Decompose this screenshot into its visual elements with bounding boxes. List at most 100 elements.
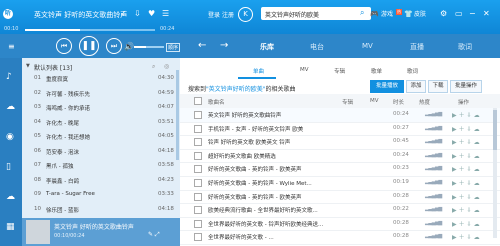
row-title[interactable]: 好听的英文歌曲 - 英的铃声 - 欧美英声 xyxy=(208,193,301,201)
row-checkbox[interactable] xyxy=(194,206,202,215)
cloud-download-icon[interactable]: ☁ xyxy=(6,192,15,202)
minimize-icon[interactable]: − xyxy=(469,9,476,19)
music-note-icon[interactable]: ♪ xyxy=(6,72,12,82)
app-logo[interactable]: 听 xyxy=(3,9,13,19)
row-actions[interactable]: ▶＋⇩☁ xyxy=(452,192,482,201)
nav-mv[interactable]: MV xyxy=(362,42,373,50)
playlist-row[interactable]: 06 范安泰 - 泡沫 04:18 xyxy=(22,145,180,157)
progress-bar[interactable] xyxy=(25,29,155,31)
playlist-row[interactable]: 02 许可馨 - 残疾乐先 04:59 xyxy=(22,87,180,99)
apps-icon[interactable]: ▦ xyxy=(6,222,15,232)
back-icon[interactable]: ← xyxy=(198,41,206,51)
playlist-row[interactable]: 08 李晨鑫 - 白鸽 04:23 xyxy=(22,174,180,186)
previous-button[interactable]: ⏮ xyxy=(56,38,72,54)
result-row[interactable]: 好听的英文歌曲 - 英的铃声 - 欧美英声 00:23 ▂▃▄▅▆ ▶＋⇩☁ xyxy=(180,162,500,177)
col-popularity[interactable]: 热度 xyxy=(419,98,430,106)
row-title[interactable]: 手机铃声 - 女声 - 好听的英文铃声 欧美 xyxy=(208,125,303,133)
play-mode[interactable]: 顺序 xyxy=(166,43,181,52)
row-checkbox[interactable] xyxy=(194,192,202,201)
row-checkbox[interactable] xyxy=(194,165,202,174)
heart-icon[interactable]: ♥ xyxy=(148,9,155,19)
game-link[interactable]: 游戏 xyxy=(381,9,393,18)
row-actions[interactable]: ▶＋⇩☁ xyxy=(452,151,482,160)
menu-icon[interactable]: ☰ xyxy=(162,9,169,19)
login-link[interactable]: 登录 xyxy=(208,10,220,19)
tab-lyrics[interactable]: 歌词 xyxy=(407,67,418,75)
playlist-row[interactable]: 07 黑爪 - 孤独 03:58 xyxy=(22,159,180,171)
result-row[interactable]: 全世界最好听的英文歌 - ... 00:28 ▂▃▄▅▆ ▶＋⇩☁ xyxy=(180,230,500,245)
result-row[interactable]: 铃声 好听的英文歌 欧美英文 铃声 00:45 ▂▃▄▅▆ ▶＋⇩☁ xyxy=(180,135,500,150)
collapse-icon[interactable]: ▼ xyxy=(26,63,30,69)
col-mv[interactable]: MV xyxy=(370,98,379,104)
row-checkbox[interactable] xyxy=(194,124,202,133)
download-button[interactable]: 下载 xyxy=(428,80,448,93)
search-input[interactable]: 英文铃声好听的欧美 xyxy=(265,10,319,19)
settings-icon[interactable]: ⚙ xyxy=(440,9,447,19)
like-icon[interactable]: ✓ xyxy=(120,9,127,19)
col-duration[interactable]: 时长 xyxy=(393,98,404,106)
playlist-locate-icon[interactable]: ◎ xyxy=(164,63,169,70)
playlist-row[interactable]: 05 许化杰 - 我还想她 04:05 xyxy=(22,130,180,142)
radio-wave-icon[interactable]: ◉ xyxy=(6,132,14,142)
tab-songs[interactable]: 单曲 xyxy=(253,67,264,75)
results-scrollbar-thumb[interactable] xyxy=(493,110,497,150)
gamepad-icon[interactable]: 🎮 xyxy=(370,9,379,19)
search-box[interactable]: 英文铃声好听的欧美 ⌕ xyxy=(261,7,371,20)
playlist-row[interactable]: 09 T-ara - Sugar Free 03:33 xyxy=(22,188,180,200)
row-actions[interactable]: ▶＋⇩☁ xyxy=(452,124,482,133)
row-title[interactable]: 超好听的英文歌曲 欧美精选 xyxy=(208,152,276,160)
row-checkbox[interactable] xyxy=(194,219,202,228)
row-actions[interactable]: ▶＋⇩☁ xyxy=(452,164,482,173)
volume-slider[interactable] xyxy=(134,46,164,48)
row-actions[interactable]: ▶＋⇩☁ xyxy=(452,110,482,119)
skin-link[interactable]: 皮肤 xyxy=(414,9,426,18)
tab-mv[interactable]: MV xyxy=(300,67,309,73)
row-actions[interactable]: ▶＋⇩☁ xyxy=(452,178,482,187)
row-actions[interactable]: ▶＋⇩☁ xyxy=(452,137,482,146)
row-actions[interactable]: ▶＋⇩☁ xyxy=(452,205,482,214)
nav-lyrics[interactable]: 歌词 xyxy=(458,42,472,52)
pause-button[interactable]: ❚❚ xyxy=(79,36,99,56)
playlist-row[interactable]: 01 重度寂寞 04:30 xyxy=(22,72,180,84)
download-icon[interactable]: ⇩ xyxy=(134,9,141,19)
row-checkbox[interactable] xyxy=(194,151,202,160)
playlist-search-icon[interactable]: ⌕ xyxy=(152,63,155,71)
nav-library[interactable]: 乐库 xyxy=(260,42,274,52)
card-actions[interactable]: ✎ ⤢ xyxy=(148,231,160,239)
close-icon[interactable]: ✕ xyxy=(483,9,490,19)
k-logo-icon[interactable]: K xyxy=(238,7,253,22)
result-row[interactable]: 英文铃声 好听的英文歌曲铃声 00:24 ▂▃▄▅▆ ▶＋⇩☁ xyxy=(180,108,500,123)
result-row[interactable]: 全世界最好听的英文歌 - 铃声好听欧美经典送... 00:28 ▂▃▄▅▆ ▶＋⇩☁ xyxy=(180,217,500,232)
row-actions[interactable]: ▶＋⇩☁ xyxy=(452,232,482,241)
next-button[interactable]: ⏭ xyxy=(106,38,122,54)
row-checkbox[interactable] xyxy=(194,233,202,242)
album-art[interactable] xyxy=(26,220,50,244)
row-checkbox[interactable] xyxy=(194,138,202,147)
forward-icon[interactable]: → xyxy=(220,41,228,51)
result-row[interactable]: 好听的英文歌曲 - 英的铃声 - Wylie Met... 00:19 ▂▃▄▅▆ ▶… xyxy=(180,176,500,191)
row-title[interactable]: 好听的英文歌曲 - 英的铃声 - 欧美英声 xyxy=(208,165,301,173)
nav-live[interactable]: 直播 xyxy=(410,42,424,52)
phone-icon[interactable]: ▯ xyxy=(6,162,11,172)
volume-icon[interactable]: 🔊 xyxy=(124,42,134,52)
playlist-row[interactable]: 04 许化杰 - 晚尾 03:51 xyxy=(22,116,180,128)
batch-play-button[interactable]: 批量播放 xyxy=(370,80,404,93)
playlist-header[interactable]: 默认列表 [13] xyxy=(34,63,72,72)
result-row[interactable]: 超好听的英文歌曲 欧美精选 00:24 ▂▃▄▅▆ ▶＋⇩☁ xyxy=(180,149,500,164)
tab-playlist[interactable]: 歌单 xyxy=(371,67,382,75)
row-actions[interactable]: ▶＋⇩☁ xyxy=(452,219,482,228)
playlist-row[interactable]: 10 徐乐团 - 蓝影 04:18 xyxy=(22,203,180,215)
result-row[interactable]: 好听的英文歌曲 - 英的铃声 - 欧美英声 00:28 ▂▃▄▅▆ ▶＋⇩☁ xyxy=(180,190,500,205)
result-row[interactable]: 手机铃声 - 女声 - 好听的英文铃声 欧美 00:27 ▂▃▄▅▆ ▶＋⇩☁ xyxy=(180,122,500,137)
playlist-row[interactable]: 03 海鸣威 - 你的承诺 04:07 xyxy=(22,101,180,113)
row-checkbox[interactable] xyxy=(194,111,202,119)
col-album[interactable]: 专辑 xyxy=(342,98,353,106)
result-row[interactable]: 欧美经典流行歌曲 - 全世界最好听的英文歌... 00:22 ▂▃▄▅▆ ▶＋⇩☁ xyxy=(180,203,500,218)
row-title[interactable]: 全世界最好听的英文歌 - 铃声好听欧美经典送... xyxy=(208,220,323,228)
nav-radio[interactable]: 电台 xyxy=(310,42,324,52)
select-all-checkbox[interactable] xyxy=(194,97,202,105)
row-title[interactable]: 铃声 好听的英文歌 欧美英文 铃声 xyxy=(208,138,290,146)
row-title[interactable]: 好听的英文歌曲 - 英的铃声 - Wylie Met... xyxy=(208,179,312,187)
batch-operation-button[interactable]: 批量操作 xyxy=(450,80,482,93)
register-link[interactable]: 注册 xyxy=(222,10,234,19)
